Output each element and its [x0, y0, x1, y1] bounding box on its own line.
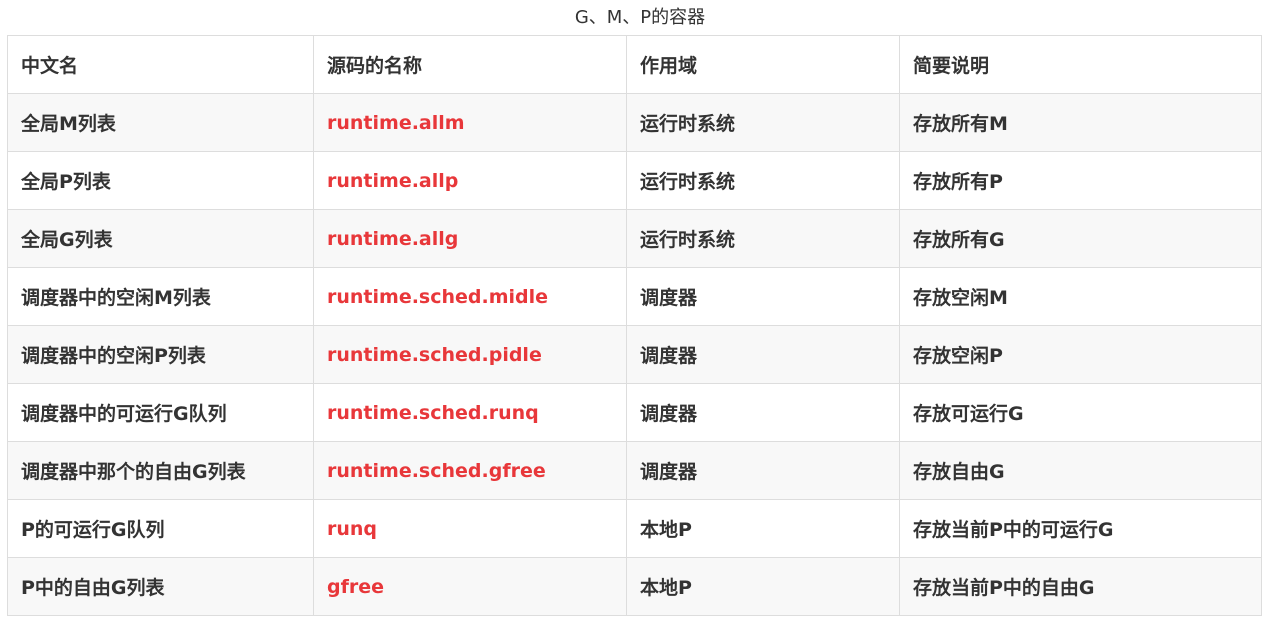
- cell-description: 存放可运行G: [899, 383, 1262, 442]
- header-description: 简要说明: [899, 35, 1262, 94]
- cell-chinese-name: P的可运行G队列: [7, 499, 314, 558]
- table-row: 调度器中那个的自由G列表 runtime.sched.gfree 调度器 存放自…: [7, 441, 1262, 500]
- table-row: 调度器中的可运行G队列 runtime.sched.runq 调度器 存放可运行…: [7, 383, 1262, 442]
- cell-scope: 调度器: [626, 267, 900, 326]
- cell-chinese-name: 全局P列表: [7, 151, 314, 210]
- cell-source-name: runtime.sched.runq: [313, 383, 627, 442]
- cell-chinese-name: 调度器中的空闲P列表: [7, 325, 314, 384]
- cell-source-name: runtime.allg: [313, 209, 627, 268]
- header-chinese-name: 中文名: [7, 35, 314, 94]
- cell-description: 存放当前P中的可运行G: [899, 499, 1262, 558]
- table-row: P的可运行G队列 runq 本地P 存放当前P中的可运行G: [7, 499, 1262, 558]
- header-scope: 作用域: [626, 35, 900, 94]
- cell-source-name: runtime.sched.gfree: [313, 441, 627, 500]
- cell-description: 存放所有G: [899, 209, 1262, 268]
- cell-description: 存放空闲M: [899, 267, 1262, 326]
- cell-description: 存放所有P: [899, 151, 1262, 210]
- cell-chinese-name: 调度器中那个的自由G列表: [7, 441, 314, 500]
- cell-scope: 运行时系统: [626, 93, 900, 152]
- cell-source-name: runq: [313, 499, 627, 558]
- cell-chinese-name: 调度器中的空闲M列表: [7, 267, 314, 326]
- cell-source-name: gfree: [313, 557, 627, 616]
- cell-scope: 调度器: [626, 441, 900, 500]
- cell-scope: 调度器: [626, 325, 900, 384]
- cell-chinese-name: 全局G列表: [7, 209, 314, 268]
- table-row: 全局G列表 runtime.allg 运行时系统 存放所有G: [7, 209, 1262, 268]
- cell-chinese-name: P中的自由G列表: [7, 557, 314, 616]
- table-row: P中的自由G列表 gfree 本地P 存放当前P中的自由G: [7, 557, 1262, 616]
- table-row: 全局M列表 runtime.allm 运行时系统 存放所有M: [7, 93, 1262, 152]
- table-row: 全局P列表 runtime.allp 运行时系统 存放所有P: [7, 151, 1262, 210]
- cell-description: 存放自由G: [899, 441, 1262, 500]
- cell-description: 存放当前P中的自由G: [899, 557, 1262, 616]
- cell-scope: 本地P: [626, 557, 900, 616]
- cell-source-name: runtime.sched.midle: [313, 267, 627, 326]
- table-row: 调度器中的空闲M列表 runtime.sched.midle 调度器 存放空闲M: [7, 267, 1262, 326]
- cell-source-name: runtime.allp: [313, 151, 627, 210]
- cell-scope: 运行时系统: [626, 209, 900, 268]
- cell-description: 存放所有M: [899, 93, 1262, 152]
- cell-source-name: runtime.allm: [313, 93, 627, 152]
- containers-table: 中文名 源码的名称 作用域 简要说明 全局M列表 runtime.allm 运行…: [7, 35, 1262, 616]
- cell-scope: 运行时系统: [626, 151, 900, 210]
- cell-chinese-name: 全局M列表: [7, 93, 314, 152]
- cell-chinese-name: 调度器中的可运行G队列: [7, 383, 314, 442]
- table-header-row: 中文名 源码的名称 作用域 简要说明: [7, 35, 1262, 94]
- table-caption: G、M、P的容器: [574, 7, 706, 28]
- header-source-name: 源码的名称: [313, 35, 627, 94]
- cell-description: 存放空闲P: [899, 325, 1262, 384]
- table-row: 调度器中的空闲P列表 runtime.sched.pidle 调度器 存放空闲P: [7, 325, 1262, 384]
- cell-scope: 本地P: [626, 499, 900, 558]
- cell-scope: 调度器: [626, 383, 900, 442]
- cell-source-name: runtime.sched.pidle: [313, 325, 627, 384]
